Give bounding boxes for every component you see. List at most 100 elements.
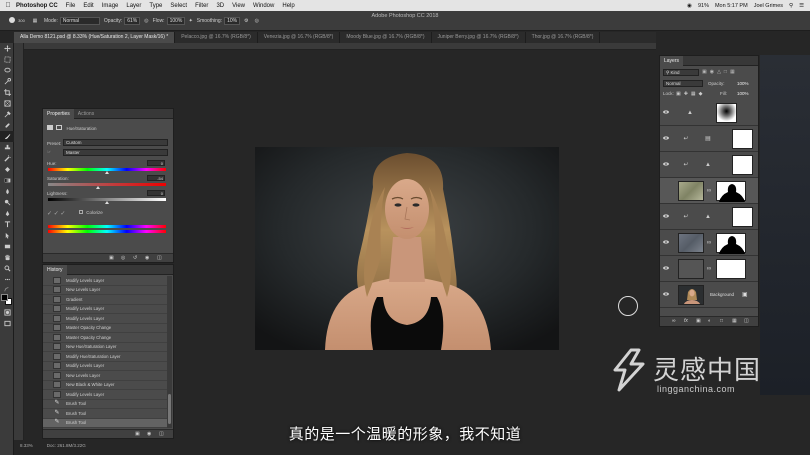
smoothing-field[interactable]: 10% [224,16,241,25]
preset-select[interactable]: Custom [63,139,168,146]
targeted-adjust-icon[interactable]: ☞ [47,149,51,155]
lock-icon[interactable]: ▣ [742,291,748,298]
marquee-tool[interactable] [0,54,14,65]
eye-icon[interactable] [663,162,669,166]
stone-texture-thumbnail[interactable] [678,233,704,253]
trash-icon[interactable]: ◫ [157,255,162,261]
channel-select[interactable]: Master [63,149,168,156]
eyedropper-icons[interactable]: ✓ ✓ ✓ [47,210,65,217]
quick-select-tool[interactable] [0,76,14,87]
tab-juniper-berry[interactable]: Juniper Berry.jpg @ 16.7% (RGB/8*) [432,32,526,43]
blur-tool[interactable] [0,186,14,197]
layer-row-background[interactable]: Background ▣ [660,282,758,308]
layer-filter-select[interactable]: ⚲ Kind [663,69,699,76]
texture-thumbnail[interactable] [678,181,704,201]
menubar-app-name[interactable]: Photoshop CC [16,3,58,9]
dodge-tool[interactable] [0,197,14,208]
history-item[interactable]: Modify Hue/Saturation Layer [43,352,167,362]
history-item[interactable]: Gradient [43,295,167,305]
history-item[interactable]: ✎ Brush Tool [43,409,167,419]
history-item[interactable]: Modify Levels Layer [43,276,167,286]
lasso-tool[interactable] [0,65,14,76]
layer-row-smart-object[interactable]: ∞ [660,256,758,282]
tab-pelacco[interactable]: Pelacco.jpg @ 16.7% (RGB/8*) [175,32,258,43]
type-tool[interactable] [0,219,14,230]
saturation-slider-handle[interactable] [96,186,100,189]
pressure-size-icon[interactable]: ◎ [255,18,259,24]
menu-select[interactable]: Select [170,3,187,9]
screen-mode[interactable] [0,318,14,329]
history-title[interactable]: History [43,264,67,275]
eye-icon[interactable] [663,240,669,244]
chain-link-icon[interactable]: ∞ [706,265,712,273]
lightness-value[interactable]: 0 [147,190,165,196]
saturation-slider-track[interactable] [48,183,166,186]
menu-list-icon[interactable]: ☰ [799,3,804,9]
hand-tool[interactable] [0,252,14,263]
history-item[interactable]: New Black & White Layer [43,381,167,390]
blend-mode-select[interactable]: Normal [663,80,703,87]
reset-icon[interactable]: ↺ [133,255,137,261]
fill-value[interactable]: 100% [737,91,749,96]
ruler-vertical[interactable] [14,43,24,440]
airbrush-icon[interactable]: ✦ [189,18,193,24]
frame-tool[interactable] [0,98,14,109]
smoothing-settings-icon[interactable]: ⚙ [244,18,248,24]
menu-image[interactable]: Image [102,3,119,9]
chain-link-icon[interactable]: ∞ [706,187,712,195]
history-scrollbar[interactable] [167,276,172,428]
mode-select[interactable]: Normal [59,16,100,25]
colorize-checkbox[interactable]: Colorize [79,210,103,215]
eye-icon[interactable] [663,292,669,296]
move-tool[interactable] [0,43,14,54]
history-item[interactable]: New Levels Layer [43,286,167,295]
layers-opacity-value[interactable]: 100% [737,81,749,86]
delete-layer-icon[interactable]: ◫ [744,318,749,324]
silhouette-mask-thumbnail-2[interactable] [716,233,746,254]
silhouette-mask-thumbnail[interactable] [716,181,746,202]
layer-row-levels-gradient[interactable]: ▲ [660,100,758,126]
swap-colors[interactable] [0,285,14,293]
eye-icon[interactable] [663,110,669,114]
menu-type[interactable]: Type [149,3,162,9]
crop-tool[interactable] [0,87,14,98]
history-brush-tool[interactable] [0,153,14,164]
eyedropper-tool[interactable] [0,109,14,120]
new-layer-icon[interactable]: ▦ [732,318,737,324]
saturation-value[interactable]: -54 [147,175,165,181]
pen-tool[interactable] [0,208,14,219]
menu-layer[interactable]: Layer [126,3,141,9]
clip-to-layer-icon[interactable]: ▣ [109,255,114,261]
eraser-tool[interactable] [0,164,14,175]
quick-mask-mode[interactable] [0,307,14,318]
layer-row-stone-texture[interactable]: ∞ [660,230,758,256]
layer-mask-icon[interactable] [56,125,63,130]
clone-stamp-tool[interactable] [0,142,14,153]
smart-object-thumbnail[interactable] [678,259,704,279]
eye-icon[interactable] [663,136,669,140]
lightness-slider-handle[interactable] [105,201,109,204]
menu-help[interactable]: Help [282,3,294,9]
apple-icon[interactable]:  [0,2,16,9]
menu-file[interactable]: File [66,3,76,9]
tab-properties[interactable]: Properties [43,108,74,119]
gradient-tool[interactable] [0,175,14,186]
eye-icon[interactable] [663,266,669,270]
new-adjustment-icon[interactable]: ◐ [708,318,711,324]
eye-icon[interactable] [663,214,669,218]
menu-filter[interactable]: Filter [195,3,208,9]
tool-preset-picker[interactable]: 300 [2,12,30,30]
menu-3d[interactable]: 3D [216,3,224,9]
history-item[interactable]: Modify Levels Layer [43,390,167,400]
layer-row-texture[interactable]: ∞ [660,178,758,204]
history-item[interactable]: Master Opacity Change [43,324,167,333]
history-item[interactable]: ✎ Brush Tool [43,400,167,409]
more-tools[interactable] [0,274,14,285]
opacity-field[interactable]: 61% [124,16,141,25]
zoom-tool[interactable] [0,263,14,274]
gradient-mask-thumbnail[interactable] [716,103,737,123]
wifi-icon[interactable]: ◉ [687,3,692,9]
tab-thor[interactable]: Thor.jpg @ 16.7% (RGB/8*) [526,32,601,43]
add-mask-icon[interactable]: ▣ [696,318,701,324]
new-group-icon[interactable]: □ [720,318,723,324]
